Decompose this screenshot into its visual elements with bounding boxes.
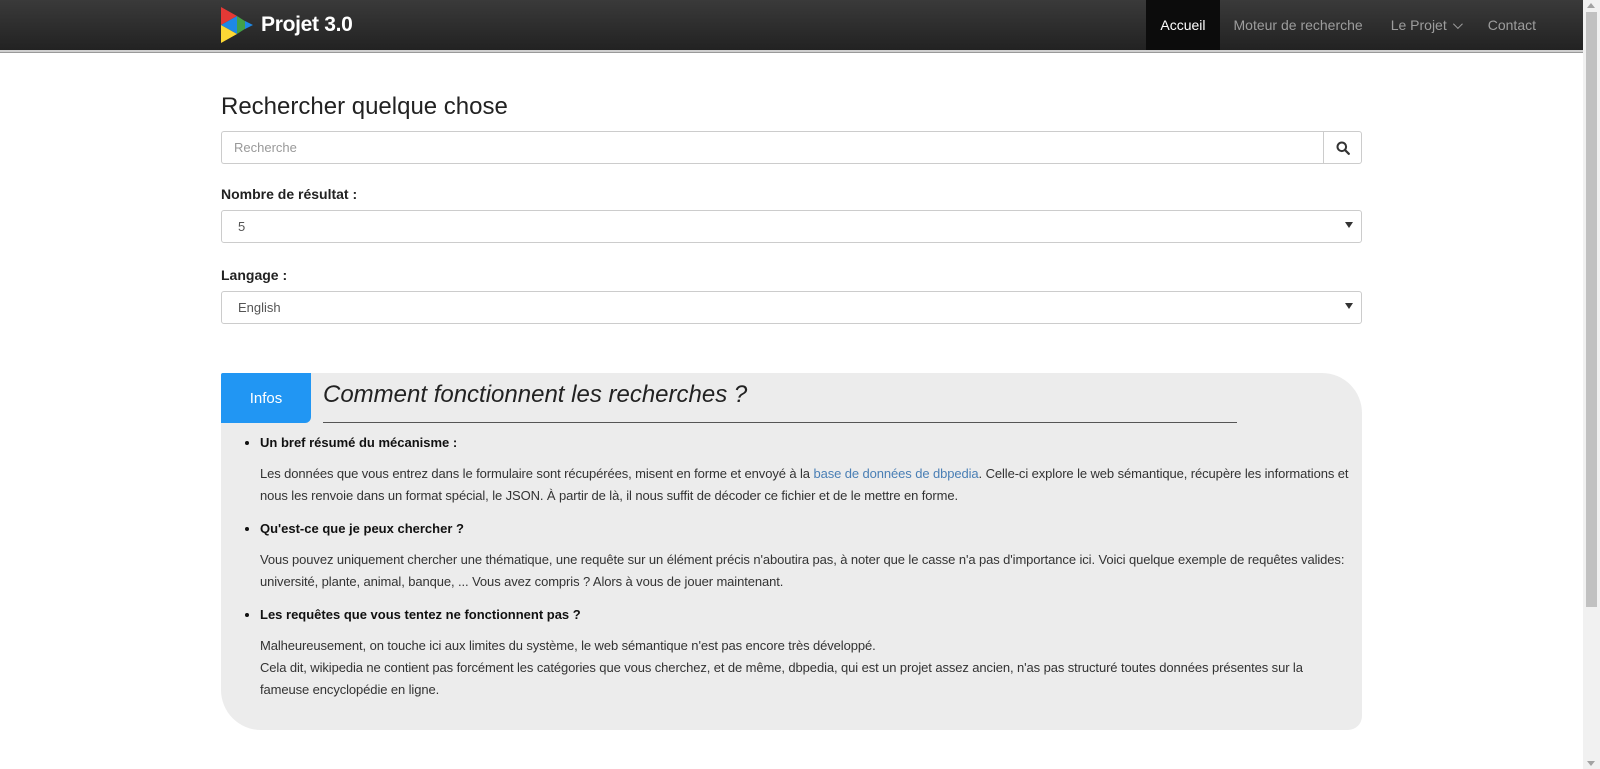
nav-item-accueil[interactable]: Accueil <box>1146 0 1220 50</box>
language-value: English <box>238 300 281 315</box>
nav-item-contact[interactable]: Contact <box>1474 0 1550 50</box>
search-button[interactable] <box>1323 131 1362 164</box>
info-item-title: Les requêtes que vous tentez ne fonction… <box>260 607 581 622</box>
main-nav: Accueil Moteur de recherche Le Projet Co… <box>1146 0 1550 50</box>
info-item-text: Les données que vous entrez dans le form… <box>260 463 1350 507</box>
dropdown-arrow-icon <box>1345 303 1353 309</box>
info-item: Un bref résumé du mécanisme : Les donnée… <box>260 431 1350 507</box>
info-item: Les requêtes que vous tentez ne fonction… <box>260 603 1350 701</box>
search-group <box>221 131 1362 164</box>
info-title: Comment fonctionnent les recherches ? <box>323 381 748 408</box>
results-count-label: Nombre de résultat : <box>221 186 358 202</box>
info-text-line: Malheureusement, on touche ici aux limit… <box>260 638 876 653</box>
nav-item-moteur-de-recherche[interactable]: Moteur de recherche <box>1220 0 1377 50</box>
info-text-line: Cela dit, wikipedia ne contient pas forc… <box>260 660 1303 697</box>
info-title-divider <box>323 422 1237 423</box>
scroll-down-icon[interactable] <box>1587 761 1595 766</box>
search-icon <box>1336 141 1350 155</box>
page-scrollbar[interactable] <box>1583 0 1600 769</box>
scroll-up-icon[interactable] <box>1587 3 1595 8</box>
info-text-part: Les données que vous entrez dans le form… <box>260 466 814 481</box>
chevron-down-icon <box>1452 18 1463 29</box>
dbpedia-link[interactable]: base de données de dbpedia <box>813 466 978 481</box>
brand-logo-icon <box>221 7 253 43</box>
dropdown-arrow-icon <box>1345 222 1353 228</box>
info-item: Qu'est-ce que je peux chercher ? Vous po… <box>260 517 1350 593</box>
info-panel: Infos Comment fonctionnent les recherche… <box>221 373 1362 730</box>
language-label: Langage : <box>221 267 288 283</box>
nav-item-le-projet[interactable]: Le Projet <box>1377 0 1474 50</box>
search-input[interactable] <box>221 131 1323 164</box>
nav-item-le-projet-label: Le Projet <box>1390 17 1447 33</box>
scrollbar-thumb[interactable] <box>1586 12 1597 607</box>
info-list: Un bref résumé du mécanisme : Les donnée… <box>240 431 1350 711</box>
results-count-value: 5 <box>238 219 246 234</box>
brand-name: Projet 3.0 <box>261 13 353 36</box>
info-item-title: Qu'est-ce que je peux chercher ? <box>260 521 464 536</box>
info-item-text: Vous pouvez uniquement chercher une thém… <box>260 552 1345 589</box>
info-item-text: Malheureusement, on touche ici aux limit… <box>260 635 1350 701</box>
brand-link[interactable]: Projet 3.0 <box>221 6 353 44</box>
top-navbar: Projet 3.0 Accueil Moteur de recherche L… <box>0 0 1583 53</box>
info-tab: Infos <box>221 373 311 423</box>
results-count-select[interactable]: 5 <box>221 210 1362 243</box>
search-title: Rechercher quelque chose <box>221 93 508 120</box>
info-item-title: Un bref résumé du mécanisme : <box>260 435 458 450</box>
language-select[interactable]: English <box>221 291 1362 324</box>
